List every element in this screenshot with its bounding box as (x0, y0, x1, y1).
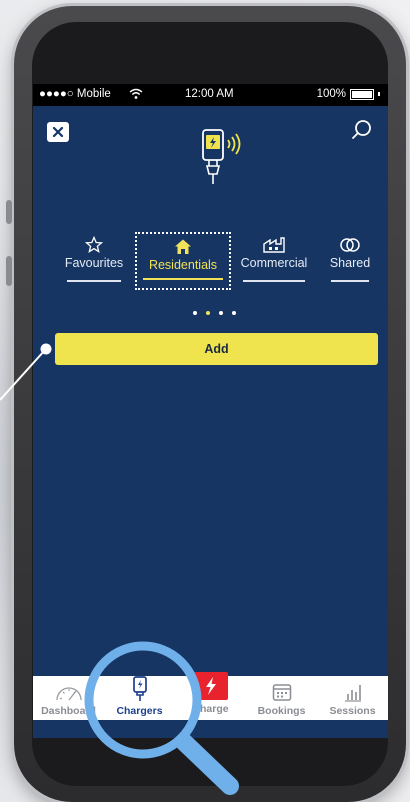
magnifier-icon (84, 641, 239, 795)
